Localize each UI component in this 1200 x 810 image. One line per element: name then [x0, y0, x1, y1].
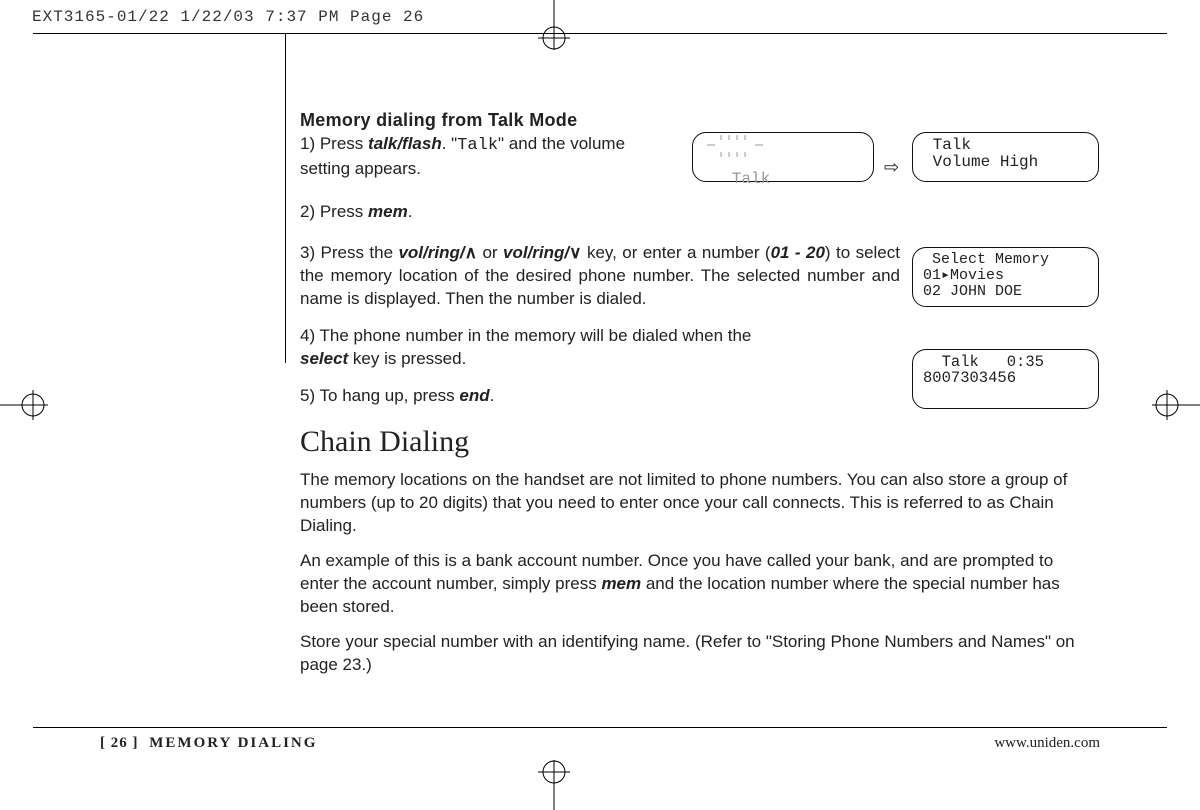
- step3-kw1: vol/ring/: [398, 243, 464, 262]
- step3-mid2: key, or enter a number (: [582, 243, 771, 262]
- margin-rule: [285, 33, 286, 363]
- registration-mark-right: [1150, 390, 1200, 420]
- step4-pre: 4) The phone number in the memory will b…: [300, 326, 751, 345]
- step3-kw2: vol/ring/: [503, 243, 569, 262]
- step-4: 4) The phone number in the memory will b…: [300, 325, 770, 371]
- page-content: Memory dialing from Talk Mode 1) Press t…: [300, 110, 1100, 689]
- step-3: 3) Press the vol/ring/∧ or vol/ring/∨ ke…: [300, 242, 900, 311]
- step5-pre: 5) To hang up, press: [300, 386, 459, 405]
- chain-p2-keyword: mem: [601, 574, 641, 593]
- footer-left: [ 26 ] MEMORY DIALING: [100, 735, 317, 752]
- step2-post: .: [408, 202, 413, 221]
- step4-keyword: select: [300, 349, 348, 368]
- crop-rule-top: [33, 33, 1167, 34]
- chain-paragraph-2: An example of this is a bank account num…: [300, 550, 1090, 619]
- section-title: Memory dialing from Talk Mode: [300, 110, 1100, 131]
- step-2: 2) Press mem.: [300, 201, 1100, 224]
- step1-mid: . ": [442, 134, 457, 153]
- step4-post: key is pressed.: [348, 349, 466, 368]
- registration-mark-bottom: [524, 760, 584, 810]
- chain-dialing-heading: Chain Dialing: [300, 425, 1100, 459]
- page-number: [ 26 ]: [100, 735, 139, 751]
- step2-keyword: mem: [368, 202, 408, 221]
- crop-rule-bottom: [33, 727, 1167, 728]
- step1-pre: 1) Press: [300, 134, 368, 153]
- caret-up-icon: ∧: [465, 243, 477, 262]
- step3-mid1: or: [477, 243, 503, 262]
- step-5: 5) To hang up, press end.: [300, 385, 1100, 408]
- caret-down-icon: ∨: [569, 243, 581, 262]
- step2-pre: 2) Press: [300, 202, 368, 221]
- step3-pre: 3) Press the: [300, 243, 398, 262]
- step1-lcdword: Talk: [457, 136, 498, 155]
- chain-paragraph-1: The memory locations on the handset are …: [300, 469, 1090, 538]
- footer-section-title: MEMORY DIALING: [149, 735, 317, 751]
- footer-url: www.uniden.com: [994, 735, 1100, 752]
- step5-post: .: [490, 386, 495, 405]
- step3-range: 01 - 20: [771, 243, 825, 262]
- registration-mark-left: [0, 390, 50, 420]
- chain-paragraph-3: Store your special number with an identi…: [300, 631, 1090, 677]
- registration-mark-top: [524, 0, 584, 50]
- step-1: 1) Press talk/flash. "Talk" and the volu…: [300, 133, 670, 181]
- step1-keyword: talk/flash: [368, 134, 442, 153]
- print-slug: EXT3165-01/22 1/22/03 7:37 PM Page 26: [32, 8, 424, 26]
- step5-keyword: end: [459, 386, 489, 405]
